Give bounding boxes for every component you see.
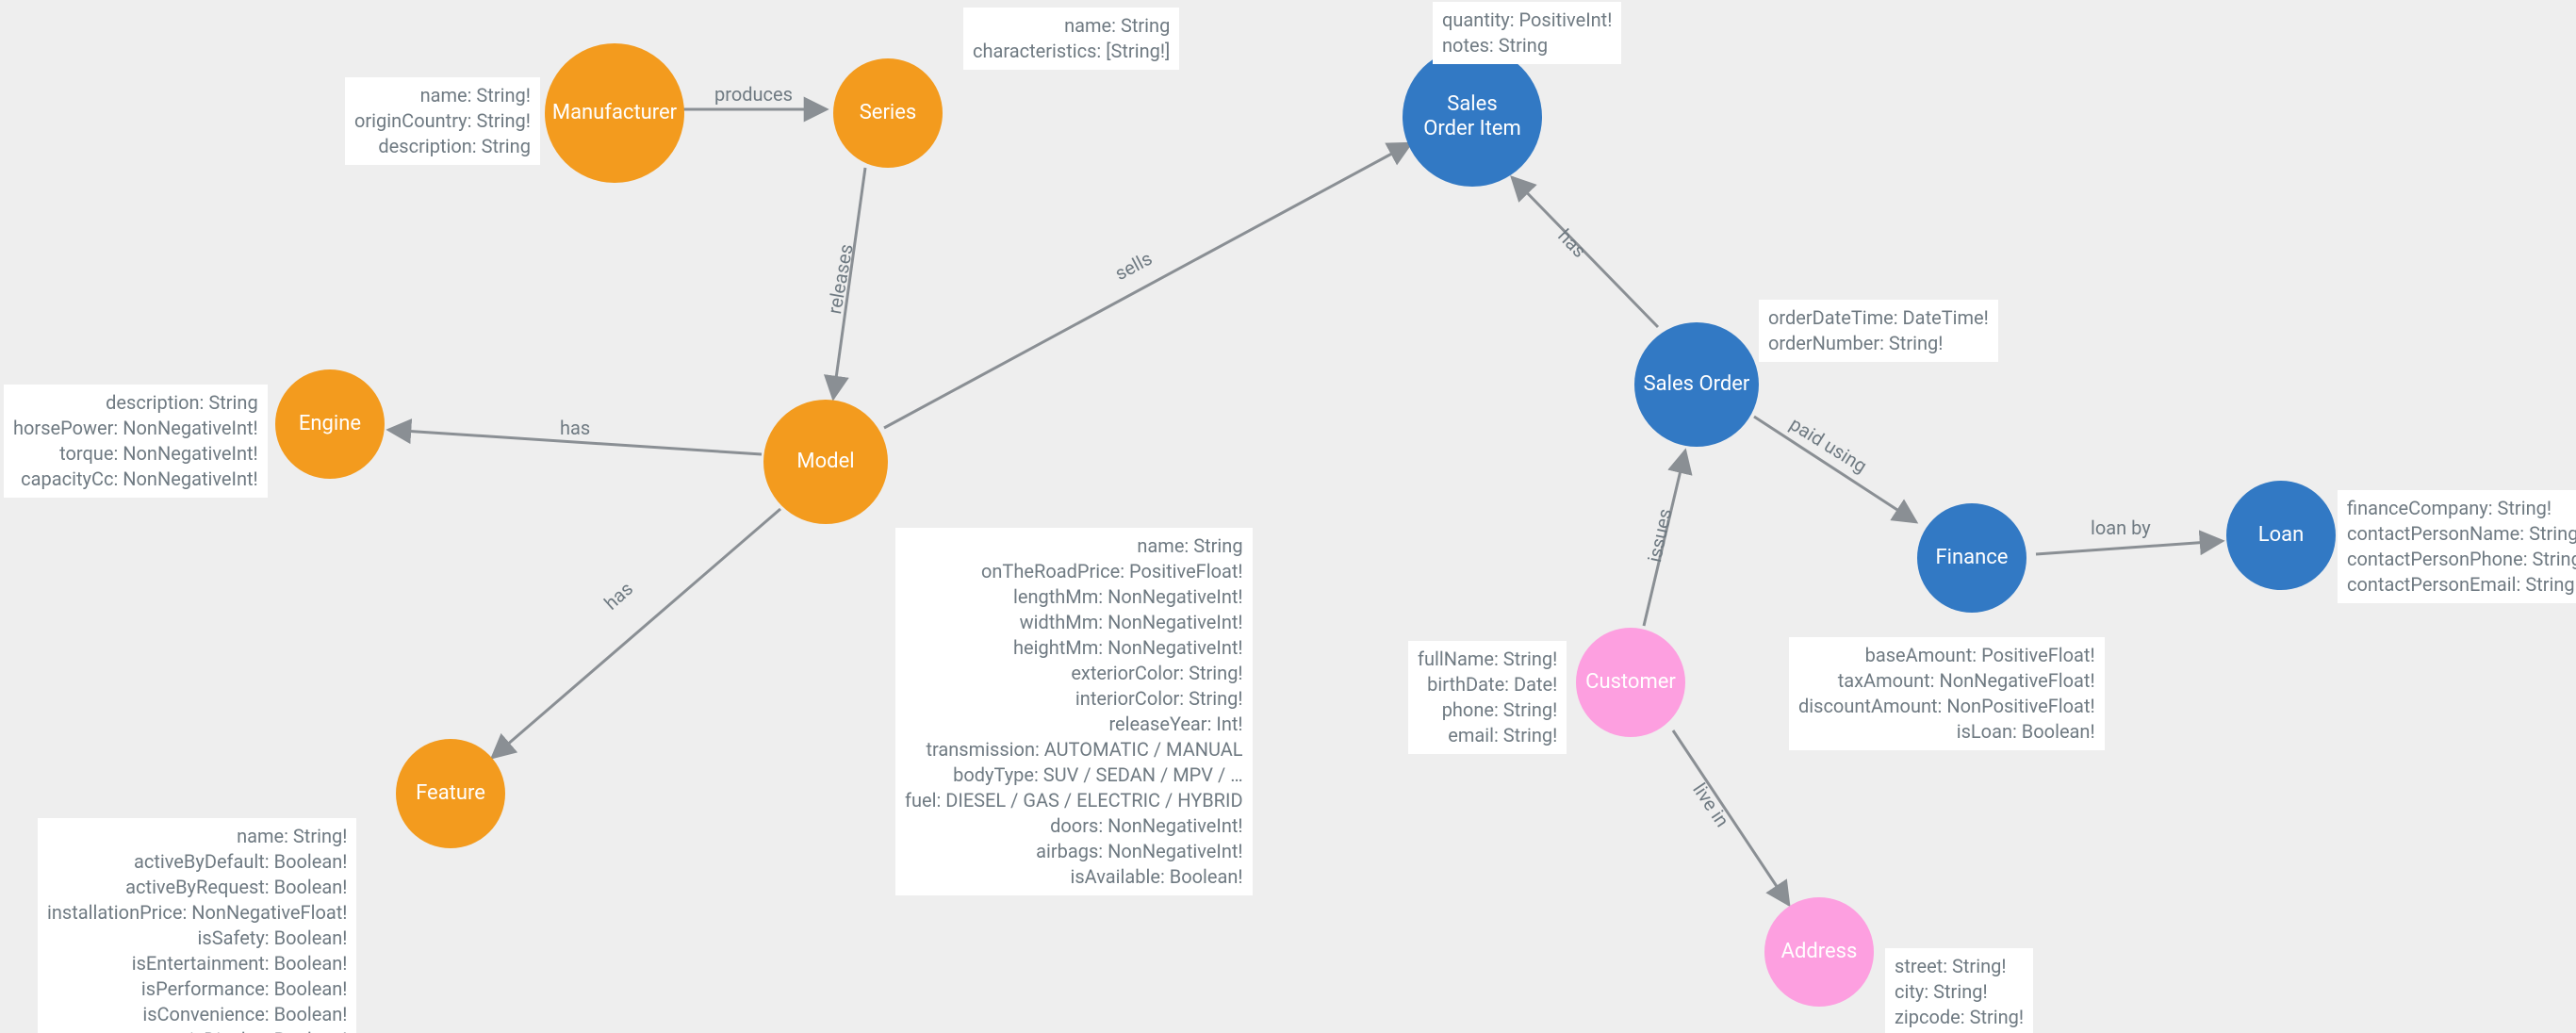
edge-label-produces: produces bbox=[714, 83, 793, 106]
node-address[interactable]: Address bbox=[1764, 897, 1874, 1007]
edge-label-issues: issues bbox=[1643, 506, 1676, 564]
edge-label-so-has-item: has bbox=[1553, 224, 1591, 262]
props-engine: description: String horsePower: NonNegat… bbox=[4, 385, 268, 498]
edge-label-releases: releases bbox=[823, 242, 858, 316]
edge-label-paid-using: paid using bbox=[1786, 413, 1871, 478]
props-sales-order-item: quantity: PositiveInt! notes: String bbox=[1433, 2, 1621, 64]
props-sales-order: orderDateTime: DateTime! orderNumber: St… bbox=[1759, 300, 1998, 362]
edge-label-loan-by: loan by bbox=[2091, 516, 2151, 539]
node-manufacturer[interactable]: Manufacturer bbox=[545, 43, 684, 183]
edge-label-has-feature: has bbox=[599, 577, 637, 614]
edge-label-has-engine: has bbox=[560, 417, 590, 439]
node-series[interactable]: Series bbox=[833, 58, 943, 168]
node-engine[interactable]: Engine bbox=[275, 369, 385, 479]
props-finance: baseAmount: PositiveFloat! taxAmount: No… bbox=[1789, 637, 2105, 750]
node-sales-order[interactable]: Sales Order bbox=[1634, 322, 1759, 447]
edge-has-feature bbox=[492, 509, 780, 758]
props-feature: name: String! activeByDefault: Boolean! … bbox=[38, 818, 356, 1033]
edge-label-live-in: live in bbox=[1688, 779, 1733, 831]
props-manufacturer: name: String! originCountry: String! des… bbox=[345, 77, 540, 165]
node-sales-order-item[interactable]: Sales Order Item bbox=[1403, 47, 1542, 187]
props-customer: fullName: String! birthDate: Date! phone… bbox=[1408, 641, 1567, 754]
node-model[interactable]: Model bbox=[763, 400, 888, 524]
props-series: name: String characteristics: [String!] bbox=[963, 8, 1179, 70]
edge-paid-using bbox=[1754, 417, 1916, 522]
node-loan[interactable]: Loan bbox=[2226, 481, 2336, 590]
edge-so-has-item bbox=[1512, 177, 1658, 327]
edge-loan-by bbox=[2036, 541, 2223, 554]
node-finance[interactable]: Finance bbox=[1917, 503, 2026, 613]
node-feature[interactable]: Feature bbox=[396, 739, 505, 848]
edge-label-sells: sells bbox=[1111, 247, 1156, 285]
diagram-canvas: produces releases has has sells has paid… bbox=[0, 0, 2576, 1033]
props-address: street: String! city: String! zipcode: S… bbox=[1885, 948, 2033, 1033]
props-loan: financeCompany: String! contactPersonNam… bbox=[2338, 490, 2576, 603]
edge-sells bbox=[884, 143, 1411, 428]
props-model: name: String onTheRoadPrice: PositiveFlo… bbox=[895, 528, 1253, 895]
node-customer[interactable]: Customer bbox=[1576, 628, 1685, 737]
